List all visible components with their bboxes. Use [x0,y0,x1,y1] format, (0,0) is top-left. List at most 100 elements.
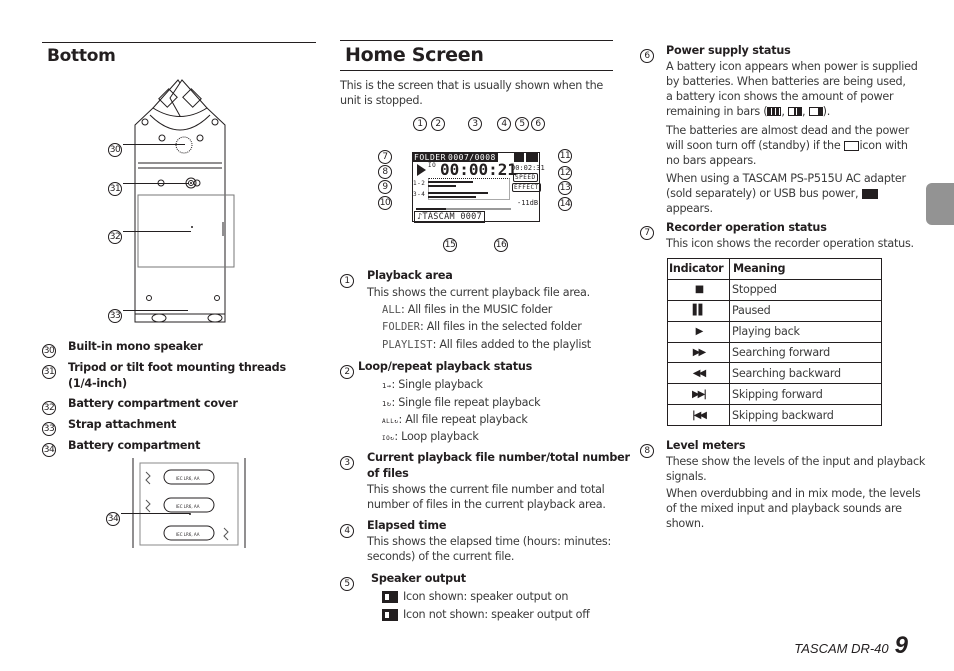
table-row: ◀◀ Searching backward [667,362,882,385]
callout-12: 12 [558,166,572,180]
callout-5: 5 [515,117,529,131]
loop-playback-icon: IO↻ [382,435,395,442]
callout-14: 14 [558,197,572,211]
skip-forward-icon: ▶▶| [667,383,730,406]
callout-6: 6 [531,117,545,131]
skip-backward-icon: |◀◀ [667,404,730,427]
col-meaning: Meaning [729,258,882,280]
callout-1: 1 [413,117,427,131]
indicator-table: Indicator Meaning ■ Stopped ▌▌ Paused ▶ Pla… [667,258,882,427]
home-item-4: 4 Elapsed time This shows the elapsed ti… [340,518,620,563]
lcd-level-db: -11dB [517,199,539,207]
playback-position-fill [416,208,446,210]
page-number: 9 [894,632,908,659]
home-item-1: 1 Playback area This shows the current p… [340,268,620,351]
callout-33: 33 [108,309,122,323]
fast-forward-icon: ▶▶ [667,341,730,364]
home-item-2: 2 Loop/repeat playback status 1→: Single… [340,359,620,443]
lcd-elapsed-time: 00:00:21 [440,160,518,179]
callout-15: 15 [443,238,457,252]
loop-option-single: 1→: Single playback [382,378,483,391]
home-screen-diagram: 1 2 3 4 5 6 7 8 9 10 11 12 13 14 15 16 F… [370,112,580,257]
item-6-power-supply: 6 Power supply status A battery icon app… [640,43,925,215]
battery-full-icon [767,107,782,117]
callout-10: 10 [378,196,392,210]
speaker-option-on: Icon shown: speaker output on [382,589,568,604]
loop-option-all-repeat: ALL↻: All file repeat playback [382,413,528,426]
home-intro: This is the screen that is usually shown… [340,79,604,108]
lcd-speed: SPEED [513,173,538,182]
loop-option-loop: IO↻: Loop playback [382,430,479,443]
battery-two-bars-icon [787,107,802,117]
callout-30: 30 [108,143,122,157]
bottom-item-30: 30 Built-in mono speaker [42,340,203,358]
lcd-channel-1-2: 1-2 [413,180,426,187]
callout-3: 3 [468,117,482,131]
level-bar-2 [428,185,456,187]
battery-icon [526,153,538,162]
chapter-tab-marker [926,183,954,225]
callout-34: 34 [106,512,120,526]
battery-one-bar-icon [808,107,823,117]
table-row: ▶▶ Searching forward [667,341,882,364]
footer-model: TASCAM DR-40 [794,641,889,656]
option-folder: FOLDER: All files in the selected folder [382,320,582,333]
battery-empty-icon [844,140,860,151]
callout-31-leader [123,183,189,184]
play-icon: ▶ [667,320,730,343]
callout-31: 31 [108,182,122,196]
item-7-recorder-status: 7 Recorder operation status This icon sh… [640,220,925,250]
callout-30-leader [123,144,185,145]
level-bar-1 [428,181,473,183]
callout-7: 7 [378,150,392,164]
option-all: ALL: All files in the MUSIC folder [382,303,553,316]
rewind-icon: ◀◀ [667,362,730,385]
section-rule-home-bottom [340,70,613,71]
table-row: |◀◀ Skipping backward [667,404,882,427]
speaker-icon [382,590,398,603]
callout-16: 16 [494,238,508,252]
section-title-bottom: Bottom [47,46,116,66]
callout-9: 9 [378,180,392,194]
col-indicator: Indicator [667,258,730,280]
table-header-row: Indicator Meaning [667,258,882,280]
table-row: ■ Stopped [667,278,882,301]
callout-13: 13 [558,181,572,195]
table-row: ▶▶| Skipping forward [667,383,882,406]
bottom-item-32: 32 Battery compartment cover [42,397,238,415]
callout-11: 11 [558,149,572,163]
pause-icon: ▌▌ [667,299,730,322]
device-bottom-illustration [134,79,235,323]
callout-32-leader [123,231,191,232]
section-rule-bottom [42,42,316,43]
callout-32: 32 [108,230,122,244]
callout-4: 4 [497,117,511,131]
loop-status-icon: IO [428,162,437,169]
option-playlist: PLAYLIST: All files added to the playlis… [382,338,591,351]
play-status-icon [417,164,426,176]
svg-text:IEC LR6, AA: IEC LR6, AA [176,504,200,509]
callout-33-leader [123,310,188,311]
callout-2: 2 [431,117,445,131]
bottom-item-33: 33 Strap attachment [42,418,177,436]
section-title-home-screen: Home Screen [345,44,484,66]
stop-icon: ■ [667,278,730,301]
lcd-effect: EFFECT [512,183,541,192]
speaker-icon [382,608,398,621]
page-footer: TASCAM DR-40 9 [794,632,908,660]
callout-8: 8 [378,165,392,179]
speaker-option-off: Icon not shown: speaker output off [382,607,590,622]
bottom-item-31: 31 Tripod or tilt foot mounting threads … [42,361,286,390]
loop-option-single-repeat: 1↻: Single file repeat playback [382,396,541,409]
usb-power-icon [862,188,879,199]
svg-text:IEC LR6, AA: IEC LR6, AA [176,532,200,537]
all-repeat-icon: ALL↻ [382,418,399,425]
svg-text:IEC LR6, AA: IEC LR6, AA [176,476,200,481]
lcd-filename: ♪TASCAM 0007 [414,211,486,223]
bottom-item-34: 34 Battery compartment [42,439,201,457]
table-row: ▌▌ Paused [667,299,882,322]
callout-34-leader [121,513,190,514]
home-item-5: 5 Speaker output Icon shown: speaker out… [340,571,620,621]
lcd-channel-3-4: 3-4 [413,191,426,198]
item-8-level-meters: 8 Level meters These show the levels of … [640,438,925,530]
